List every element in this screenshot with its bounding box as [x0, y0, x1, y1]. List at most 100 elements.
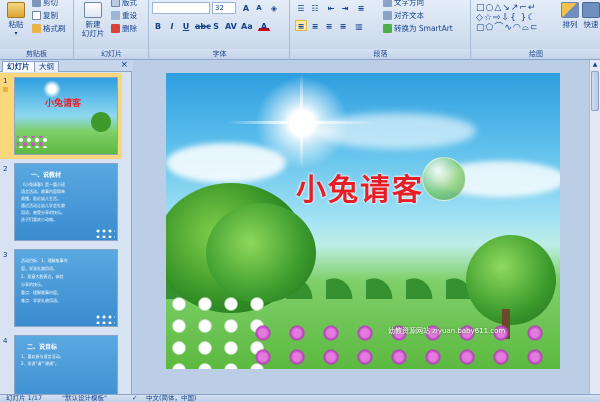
smartart-button[interactable]: 转换为 SmartArt: [383, 23, 453, 34]
paragraph-group: ☰ ☷ ⇤ ⇥ ≡ 文字方向 对齐文本 转换为 SmartArt ≡ ≡ ≡ ≡…: [291, 0, 471, 60]
sun-ray: [300, 73, 303, 169]
format-painter-label: 格式刷: [43, 24, 66, 33]
smartart-icon: [383, 24, 392, 33]
smartart-label: 转换为 SmartArt: [394, 24, 453, 33]
arrange-button[interactable]: 排列: [560, 2, 580, 29]
drawing-group: □○△↘↗⌐↵ ◇☆⇨⇩{ }☾ ▢⬠⌒∿◠⌓⊂ 排列 快速 绘图: [472, 0, 600, 60]
shrink-font-button[interactable]: A: [253, 2, 265, 13]
thumb-text-line: 易懂，贴近幼儿生活。: [21, 196, 61, 201]
thumbnail-row-1[interactable]: 1 小兔请客: [0, 73, 122, 159]
shapes-gallery[interactable]: □○△↘↗⌐↵ ◇☆⇨⇩{ }☾ ▢⬠⌒∿◠⌓⊂: [476, 3, 558, 35]
new-slide-label-2: 幻灯片: [81, 29, 105, 38]
slide-title[interactable]: 小兔请客: [296, 165, 424, 209]
delete-icon: [111, 24, 120, 33]
bubble-shape: [422, 157, 466, 201]
spell-check-icon[interactable]: ✓: [132, 395, 137, 402]
thumbnail-row-3[interactable]: 3 活动目标：1、理解故事内 容，学说礼貌用语。 2、愿意大胆表达，体验 分享的…: [0, 247, 122, 331]
align-right-button[interactable]: ≡: [323, 20, 335, 31]
reset-icon: [111, 11, 120, 20]
align-left-button[interactable]: ≡: [295, 20, 307, 31]
scroll-thumb[interactable]: [591, 71, 599, 111]
numbering-button[interactable]: ☷: [309, 2, 321, 13]
shadow-button[interactable]: S: [210, 20, 222, 31]
increase-indent-button[interactable]: ⇥: [339, 2, 351, 13]
text-direction-icon: [383, 0, 392, 7]
thumb-text-line: 难点：学说礼貌用语。: [21, 298, 61, 303]
thumb-text-line: 《小兔请客》是一篇小班: [21, 182, 65, 187]
slide-thumbnail[interactable]: 小兔请客: [14, 77, 118, 155]
thumbnail-row-2[interactable]: 2 一、说教材 《小兔请客》是一篇小班 语言活动，故事内容简单 易懂，贴近幼儿生…: [0, 161, 122, 245]
thumb-text-line: 活动目标：1、理解故事内: [21, 258, 68, 263]
delete-button[interactable]: 删除: [111, 23, 137, 34]
new-slide-label-1: 新建: [85, 20, 101, 29]
align-center-button[interactable]: ≡: [309, 20, 321, 31]
slide-thumbnail[interactable]: 活动目标：1、理解故事内 容，学说礼貌用语。 2、愿意大胆表达，体验 分享的快乐…: [14, 249, 118, 327]
justify-button[interactable]: ≡: [337, 20, 349, 31]
arrange-label: 排列: [562, 20, 578, 29]
slides-pane: 幻灯片 大纲 × 1 小兔请客 2 一、说教材 《小兔请客》是一篇小班 语言活动…: [0, 60, 132, 394]
scroll-up-icon[interactable]: ▲: [590, 60, 600, 70]
close-icon[interactable]: ×: [120, 60, 128, 71]
vertical-scrollbar[interactable]: ▲: [589, 60, 600, 394]
bold-button[interactable]: B: [152, 20, 164, 31]
slide-marker-icon: [3, 87, 8, 92]
format-painter-button[interactable]: 格式刷: [32, 23, 66, 34]
thumb-text-line: 分享的快乐。: [21, 282, 45, 287]
tab-outline[interactable]: 大纲: [34, 61, 59, 72]
layout-label: 版式: [122, 0, 137, 7]
line-spacing-button[interactable]: ≡: [355, 2, 367, 13]
layout-button[interactable]: 版式: [111, 0, 137, 8]
thumb-title: 一、说教材: [31, 172, 62, 179]
pane-tabs: 幻灯片 大纲 ×: [0, 60, 132, 72]
new-slide-button[interactable]: 新建 幻灯片: [79, 2, 107, 38]
slide-number: 3: [3, 251, 8, 259]
tree-right: [466, 235, 556, 325]
thumb-text-line: 通过活动让幼儿学会礼貌: [21, 203, 65, 208]
tab-slides[interactable]: 幻灯片: [2, 61, 35, 72]
reset-button[interactable]: 重设: [111, 10, 137, 21]
cut-button[interactable]: 剪切: [32, 0, 58, 8]
language-indicator: 中文(简体，中国): [146, 394, 197, 402]
new-slide-icon: [84, 2, 102, 18]
paintbrush-icon: [32, 24, 41, 33]
drawing-group-label: 绘图: [472, 49, 600, 59]
underline-button[interactable]: U: [180, 20, 192, 31]
font-color-button[interactable]: A: [258, 20, 270, 31]
flowers-icon: [95, 314, 115, 324]
delete-label: 删除: [122, 24, 137, 33]
bullets-button[interactable]: ☰: [295, 2, 307, 13]
scissors-icon: [32, 0, 41, 7]
copy-button[interactable]: 复制: [32, 10, 58, 21]
tree-icon: [91, 112, 111, 132]
grow-font-button[interactable]: A: [240, 2, 252, 13]
font-size-combo[interactable]: 32: [212, 2, 236, 14]
strikethrough-button[interactable]: abc: [194, 20, 211, 31]
thumb-title: 二、说目标: [27, 344, 58, 351]
clear-format-button[interactable]: ◈: [268, 2, 280, 13]
quick-styles-button[interactable]: 快速: [582, 2, 600, 29]
decrease-indent-button[interactable]: ⇤: [325, 2, 337, 13]
align-text-button[interactable]: 对齐文本: [383, 10, 424, 21]
text-direction-button[interactable]: 文字方向: [383, 0, 424, 8]
columns-button[interactable]: ▥: [353, 20, 365, 31]
slide-canvas[interactable]: 小兔请客 幼教资源网站 ziyuan.baby611.com: [166, 73, 560, 369]
tree-left: [206, 203, 316, 303]
copy-icon: [32, 11, 41, 20]
slide-number: 4: [3, 337, 8, 345]
paste-button[interactable]: 粘贴 ▾: [4, 2, 28, 38]
quick-styles-label: 快速: [583, 20, 599, 29]
change-case-button[interactable]: Aa: [240, 20, 253, 31]
font-name-combo[interactable]: [152, 2, 210, 14]
slide-thumbnail[interactable]: 一、说教材 《小兔请客》是一篇小班 语言活动，故事内容简单 易懂，贴近幼儿生活。…: [14, 163, 118, 241]
slide-thumbnail[interactable]: 二、说目标 1、喜欢参与语言活动。 2、学说"请""谢谢"。: [14, 335, 118, 394]
paste-icon: [7, 2, 25, 18]
text-direction-label: 文字方向: [394, 0, 424, 7]
thumb-text-line: 用语，感受分享的快乐。: [21, 210, 65, 215]
flowers-icon: [17, 136, 47, 148]
thumbnail-row-4[interactable]: 4 二、说目标 1、喜欢参与语言活动。 2、学说"请""谢谢"。: [0, 333, 122, 394]
italic-button[interactable]: I: [166, 20, 178, 31]
align-text-icon: [383, 11, 392, 20]
char-spacing-button[interactable]: AV: [224, 20, 237, 31]
slide-counter: 幻灯片 1/17: [6, 394, 43, 402]
watermark-text: 幼教资源网站 ziyuan.baby611.com: [388, 327, 506, 335]
